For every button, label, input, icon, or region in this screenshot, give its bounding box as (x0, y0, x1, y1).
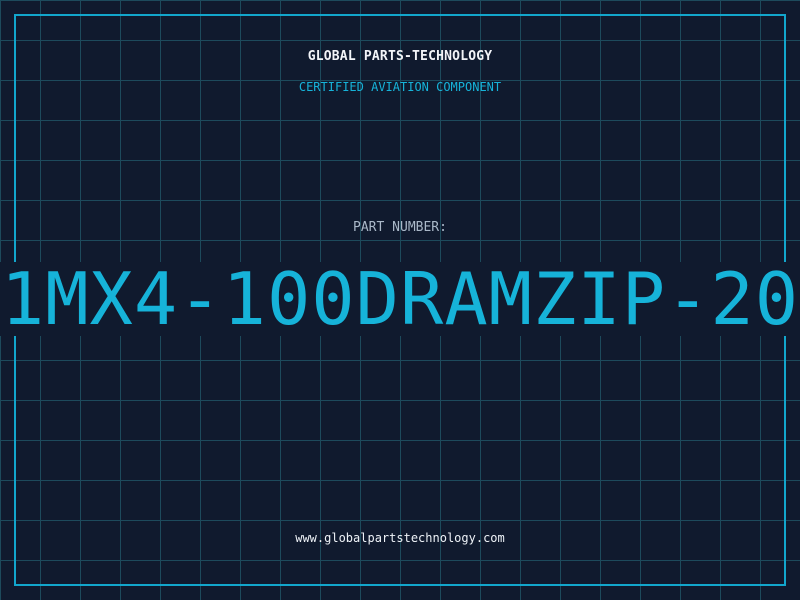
company-name: GLOBAL PARTS-TECHNOLOGY (307, 49, 493, 64)
part-number-value: 1MX4-100DRAMZIP-20 (0, 262, 800, 336)
website-url: www.globalpartstechnology.com (295, 531, 505, 545)
part-number-band: 1MX4-100DRAMZIP-20 (0, 262, 800, 336)
certification-tagline: CERTIFIED AVIATION COMPONENT (298, 80, 502, 94)
part-number-label: PART NUMBER: (353, 220, 447, 235)
part-label-card: GLOBAL PARTS-TECHNOLOGY CERTIFIED AVIATI… (0, 0, 800, 600)
